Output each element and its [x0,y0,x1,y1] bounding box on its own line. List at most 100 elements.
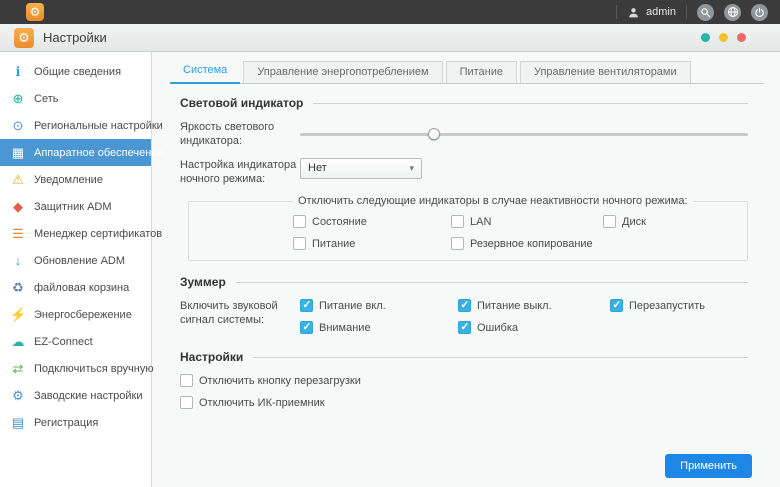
checkbox-label: Отключить кнопку перезагрузки [199,374,361,387]
search-icon[interactable] [697,3,714,21]
section-led-indicator: Световой индикатор [180,96,748,110]
tab-fan-control[interactable]: Управление вентиляторами [519,61,691,83]
network-globe-icon: ⊕ [12,91,24,106]
manual-connect-icon: ⇄ [12,361,24,376]
checkbox-box[interactable] [293,215,306,229]
checkbox-box[interactable] [458,299,471,313]
sidebar-item-label: Защитник ADM [34,200,112,213]
sidebar-item-energy-saving[interactable]: ⚡ Энергосбережение [0,301,151,328]
night-mode-indicator-group: Отключить следующие индикаторы в случае … [188,195,748,262]
checkbox-disable-reset-button[interactable]: Отключить кнопку перезагрузки [180,374,748,388]
section-title-text: Зуммер [180,275,226,290]
tab-power[interactable]: Питание [445,61,517,83]
sidebar-item-registration[interactable]: ▤ Регистрация [0,409,151,436]
checkbox-status[interactable]: Состояние [293,215,451,229]
taskbar: ⚙ admin [0,0,780,24]
sidebar-item-label: Общие сведения [34,65,122,78]
sidebar-item-regional[interactable]: ⊙ Региональные настройки [0,112,163,139]
checkbox-lan[interactable]: LAN [451,215,603,229]
checkbox-box[interactable] [293,237,306,251]
defender-shield-icon: ◆ [13,199,23,214]
ez-connect-cloud-icon: ☁ [11,334,25,349]
tab-bar: Система Управление энергопотреблением Пи… [170,60,764,84]
checkbox-disk[interactable]: Диск [603,215,737,229]
dropdown-value: Нет [308,162,327,175]
sidebar-item-ez-connect[interactable]: ☁ EZ-Connect [0,328,151,355]
night-mode-dropdown[interactable]: Нет ▾ [300,157,422,179]
window-title: Настройки [43,30,107,45]
sidebar-item-hardware[interactable]: ▦ Аппаратное обеспечение [0,139,164,166]
sidebar-item-adm-defender[interactable]: ◆ Защитник ADM [0,193,151,220]
apply-button[interactable]: Применить [665,454,752,478]
settings-app-icon: ⚙ [14,27,34,48]
close-button[interactable] [737,33,746,42]
checkbox-power-on[interactable]: Питание вкл. [300,299,458,313]
checkbox-label: LAN [470,215,492,228]
sidebar-item-network[interactable]: ⊕ Сеть [0,85,151,112]
checkbox-error[interactable]: Ошибка [458,321,610,335]
user-menu[interactable]: admin [627,6,676,19]
sidebar-item-manual-connect[interactable]: ⇄ Подключиться вручную [0,355,154,382]
certificate-icon: ☰ [12,226,24,241]
checkbox-box[interactable] [458,321,471,335]
sidebar-item-label: Подключиться вручную [34,362,154,375]
sidebar-item-general[interactable]: ℹ Общие сведения [0,58,151,85]
checkbox-box[interactable] [180,396,193,410]
checkbox-label: Резервное копирование [470,237,593,250]
user-name: admin [646,6,676,18]
brightness-slider[interactable] [300,127,748,141]
checkbox-box[interactable] [603,215,616,229]
settings-sidebar: ℹ Общие сведения ⊕ Сеть ⊙ Региональные наст… [0,52,164,487]
checkbox-label: Ошибка [477,321,518,334]
divider [313,102,748,104]
checkbox-power-off[interactable]: Питание выкл. [458,299,610,313]
section-buzzer: Зуммер [180,275,748,289]
maximize-button[interactable] [719,33,728,42]
sidebar-item-certificate-manager[interactable]: ☰ Менеджер сертификатов [0,220,162,247]
checkbox-attention[interactable]: Внимание [300,321,458,335]
gear-icon: ⚙ [29,5,41,19]
checkbox-box[interactable] [451,237,464,251]
divider [235,281,748,283]
brightness-slider-handle[interactable] [428,128,441,141]
online-help-globe-icon[interactable] [724,3,741,21]
adm-app-icon[interactable]: ⚙ [26,3,44,21]
notification-bell-icon: ⚠ [12,172,24,187]
sidebar-item-label: Региональные настройки [34,119,163,132]
checkbox-label: Перезапустить [629,299,705,312]
sidebar-item-notification[interactable]: ⚠ Уведомление [0,166,151,193]
power-logout-icon[interactable] [751,3,768,21]
checkbox-disable-ir-receiver[interactable]: Отключить ИК-приемник [180,396,748,410]
adm-update-download-icon: ↓ [14,253,22,268]
sidebar-item-label: EZ-Connect [34,335,93,348]
sidebar-item-label: Сеть [34,92,59,105]
tab-power-management[interactable]: Управление энергопотреблением [243,61,443,83]
checkbox-box[interactable] [451,215,464,229]
checkbox-box[interactable] [180,374,193,388]
checkbox-power[interactable]: Питание [293,237,451,251]
checkbox-box[interactable] [300,321,313,335]
checkbox-backup[interactable]: Резервное копирование [451,237,603,251]
slider-track[interactable] [300,133,748,137]
tab-system[interactable]: Система [170,60,241,84]
checkbox-box[interactable] [300,299,313,313]
checkbox-label: Питание [312,237,356,250]
brightness-label: Яркость светового индикатора: [180,121,275,148]
sidebar-item-label: Регистрация [34,416,99,429]
settings-main-panel: Система Управление энергопотреблением Пи… [152,52,780,487]
checkbox-label: Состояние [312,215,367,228]
sidebar-item-adm-update[interactable]: ↓ Обновление ADM [0,247,151,274]
sidebar-item-label: файловая корзина [34,281,130,294]
sidebar-item-label: Обновление ADM [34,254,126,267]
checkbox-restart[interactable]: Перезапустить [610,299,748,313]
sidebar-item-label: Заводские настройки [34,389,143,402]
sidebar-item-label: Энергосбережение [34,308,132,321]
sidebar-item-factory-default[interactable]: ⚙ Заводские настройки [0,382,151,409]
window-header[interactable]: ⚙ Настройки [0,24,780,52]
minimize-button[interactable] [701,33,710,42]
sidebar-item-label: Уведомление [34,173,103,186]
checkbox-box[interactable] [610,299,623,313]
sidebar-item-recycle-bin[interactable]: ♻ файловая корзина [0,274,151,301]
checkbox-label: Отключить ИК-приемник [199,396,325,409]
recycle-bin-icon: ♻ [12,280,24,295]
